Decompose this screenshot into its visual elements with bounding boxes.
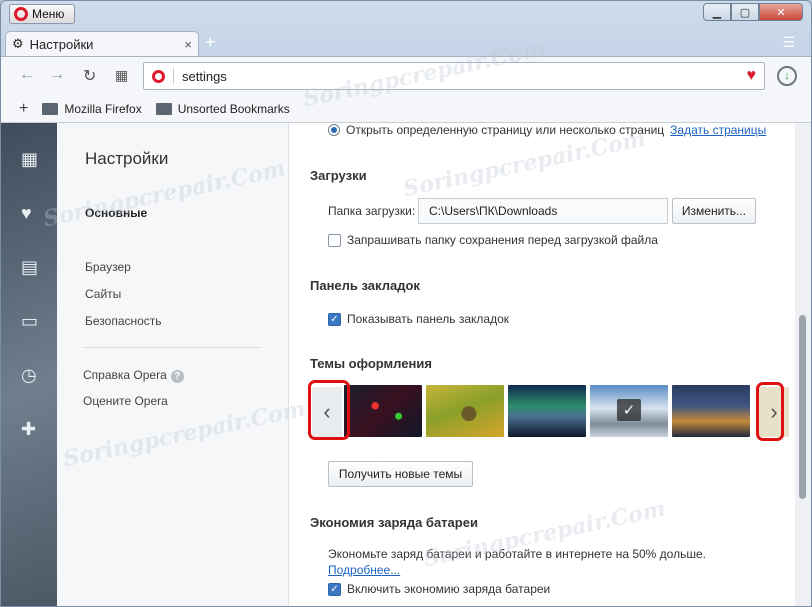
scrollbar-thumb[interactable]: [799, 315, 806, 499]
themes-carousel: ✓: [310, 385, 784, 437]
highlight-prev-arrow: [308, 380, 350, 440]
extensions-puzzle-icon[interactable]: ✚: [21, 419, 36, 440]
address-text[interactable]: settings: [182, 69, 227, 84]
content-scrollbar[interactable]: [795, 123, 811, 606]
bookmarks-bar: + Mozilla Firefox Unsorted Bookmarks: [1, 96, 811, 123]
settings-content: Открыть определенную страницу или нескол…: [289, 123, 795, 606]
close-window-button[interactable]: ✕: [759, 3, 803, 21]
browser-window: Меню ▁ ▢ ✕ ⚙ Настройки × + ☰ ← → ↻ ▦ set…: [0, 0, 812, 607]
bookmark-folder-unsorted[interactable]: Unsorted Bookmarks: [155, 102, 290, 116]
question-icon: ?: [170, 370, 184, 383]
nav-item-help[interactable]: Справка Opera?: [83, 368, 184, 383]
new-tab-button[interactable]: +: [205, 32, 216, 53]
download-folder-label: Папка загрузки:: [328, 204, 416, 218]
maximize-button[interactable]: ▢: [731, 3, 759, 21]
nav-item-sites[interactable]: Сайты: [85, 287, 121, 301]
minimize-button[interactable]: ▁: [703, 3, 731, 21]
reload-icon[interactable]: ↻: [83, 66, 96, 86]
history-clock-icon[interactable]: ◷: [21, 365, 37, 386]
opera-sidebar: ▦ ♥ ▤ ▭ ◷ ✚: [1, 123, 57, 606]
highlight-next-arrow: [756, 382, 784, 441]
tab-menu-icon[interactable]: ☰: [782, 34, 795, 51]
opera-logo-icon: [14, 7, 28, 21]
more-link[interactable]: Подробнее...: [328, 563, 400, 577]
startup-option-row[interactable]: Открыть определенную страницу или нескол…: [328, 123, 766, 137]
tab-close-icon[interactable]: ×: [184, 37, 192, 52]
startup-option-label: Открыть определенную страницу или нескол…: [346, 123, 665, 137]
nav-item-rate[interactable]: Оцените Opera: [83, 394, 168, 408]
theme-thumbnail-bird[interactable]: [426, 385, 504, 437]
heart-icon[interactable]: ♥: [21, 203, 32, 224]
add-bookmark-button[interactable]: +: [19, 100, 28, 118]
battery-description: Экономьте заряд батареи и работайте в ин…: [328, 547, 706, 561]
opera-menu-button[interactable]: Меню: [9, 4, 75, 24]
set-pages-link[interactable]: Задать страницы: [670, 123, 766, 137]
startup-radio[interactable]: [328, 124, 340, 136]
theme-thumbnail-mountains[interactable]: ✓: [590, 385, 668, 437]
forward-arrow-icon[interactable]: →: [49, 66, 65, 84]
navigation-toolbar: ← → ↻ ▦ settings ♥ ↓: [1, 56, 811, 96]
address-separator: [173, 68, 174, 84]
settings-navigation: Настройки Основные Браузер Сайты Безопас…: [57, 123, 289, 606]
synced-tabs-icon[interactable]: ▭: [21, 311, 38, 332]
tab-title: Настройки: [29, 36, 94, 52]
heart-icon[interactable]: ♥: [747, 67, 757, 85]
bookmarks-panel-section-title: Панель закладок: [310, 278, 420, 293]
download-path-field[interactable]: C:\Users\ПК\Downloads: [418, 198, 668, 224]
download-icon[interactable]: ↓: [777, 66, 797, 86]
help-label: Справка Opera: [83, 368, 167, 382]
news-icon[interactable]: ▤: [21, 257, 38, 278]
ask-folder-checkbox[interactable]: [328, 233, 341, 247]
gear-icon: ⚙: [12, 36, 24, 51]
settings-title: Настройки: [85, 149, 169, 168]
nav-item-browser[interactable]: Браузер: [85, 260, 131, 274]
bookmark-folder-firefox[interactable]: Mozilla Firefox: [42, 102, 142, 116]
speed-dial-grid-icon[interactable]: ▦: [115, 67, 128, 84]
battery-section-title: Экономия заряда батареи: [310, 515, 478, 530]
menu-label: Меню: [32, 7, 65, 21]
show-bookmarks-label: Показывать панель закладок: [347, 312, 510, 326]
ask-folder-label: Запрашивать папку сохранения перед загру…: [347, 233, 658, 247]
selected-checkmark-icon: ✓: [617, 399, 641, 421]
theme-thumbnail-aurora[interactable]: [508, 385, 586, 437]
more-link-row[interactable]: Подробнее...: [328, 563, 400, 577]
nav-item-basic[interactable]: Основные: [85, 206, 147, 220]
show-bookmarks-row[interactable]: ✓ Показывать панель закладок: [328, 312, 509, 326]
enable-battery-checkbox[interactable]: ✓: [328, 582, 341, 596]
change-folder-button[interactable]: Изменить...: [672, 198, 756, 224]
folder-icon: [155, 103, 172, 115]
get-themes-button[interactable]: Получить новые темы: [328, 461, 473, 487]
show-bookmarks-checkbox[interactable]: ✓: [328, 312, 341, 326]
opera-badge-icon: [152, 69, 165, 83]
folder-icon: [42, 103, 59, 115]
ask-folder-row[interactable]: Запрашивать папку сохранения перед загру…: [328, 233, 658, 247]
tab-settings[interactable]: ⚙ Настройки ×: [5, 31, 199, 56]
themes-section-title: Темы оформления: [310, 356, 432, 371]
bookmark-label: Mozilla Firefox: [64, 102, 142, 116]
theme-thumbnail-lights[interactable]: [344, 385, 422, 437]
enable-battery-label: Включить экономию заряда батареи: [347, 582, 551, 596]
downloads-section-title: Загрузки: [310, 168, 367, 183]
enable-battery-row[interactable]: ✓ Включить экономию заряда батареи: [328, 582, 550, 596]
window-controls: ▁ ▢ ✕: [703, 3, 803, 21]
speed-dial-icon[interactable]: ▦: [21, 149, 38, 170]
bookmark-label: Unsorted Bookmarks: [177, 102, 290, 116]
theme-thumbnail-castle[interactable]: [672, 385, 750, 437]
address-bar[interactable]: settings ♥: [143, 62, 765, 90]
nav-item-security[interactable]: Безопасность: [85, 314, 162, 328]
back-arrow-icon[interactable]: ←: [19, 66, 35, 84]
nav-divider: [83, 347, 261, 348]
